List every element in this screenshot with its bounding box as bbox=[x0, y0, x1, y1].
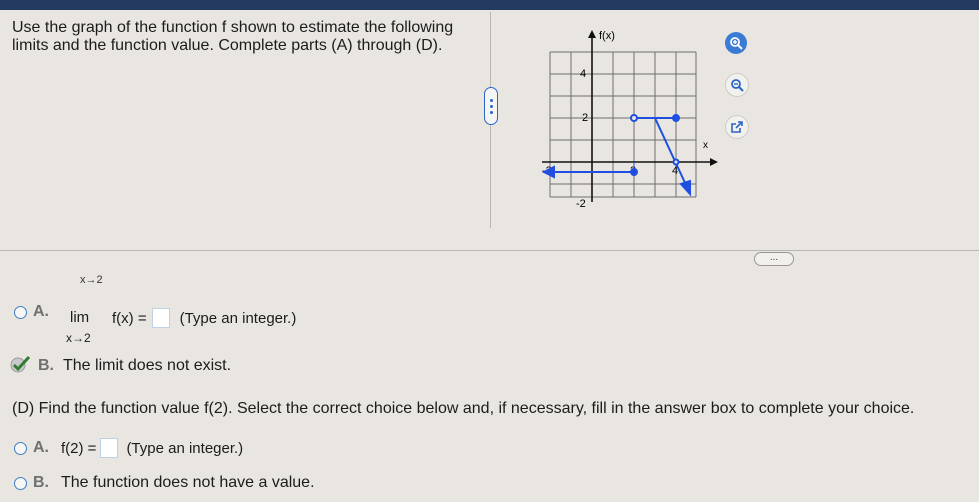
radio-button[interactable] bbox=[14, 305, 27, 319]
zoom-in-button[interactable] bbox=[725, 32, 747, 54]
lim-word: lim bbox=[70, 309, 90, 326]
open-point-on-axis bbox=[672, 158, 680, 166]
y-axis-arrow bbox=[588, 30, 596, 38]
external-link-icon bbox=[731, 121, 743, 133]
type-hint: (Type an integer.) bbox=[126, 439, 244, 457]
x-axis-label: x bbox=[703, 140, 708, 151]
part-c-choice-b[interactable]: B. The limit does not exist. bbox=[38, 357, 231, 375]
function-curve bbox=[541, 114, 691, 197]
type-hint: (Type an integer.) bbox=[179, 309, 297, 327]
choice-b-text: The function does not have a value. bbox=[61, 474, 315, 491]
zoom-in-icon bbox=[730, 37, 743, 50]
radio-button[interactable] bbox=[14, 441, 27, 455]
fx-text: f(x) = bbox=[112, 309, 147, 327]
choice-b-text: The limit does not exist. bbox=[63, 357, 232, 374]
lim-subscript: x→2 bbox=[66, 331, 91, 345]
radio-button[interactable] bbox=[14, 476, 27, 490]
y-axis-label: f(x) bbox=[599, 30, 615, 42]
f2-text: f(2) = bbox=[61, 439, 97, 457]
closed-point-right bbox=[672, 114, 680, 122]
selected-check-icon bbox=[10, 355, 31, 373]
y-tick-4: 4 bbox=[580, 68, 586, 80]
popout-button[interactable] bbox=[725, 115, 749, 139]
open-point-high bbox=[630, 114, 638, 122]
zoom-out-icon bbox=[731, 79, 744, 92]
x-axis-arrow bbox=[710, 158, 718, 166]
y-tick-2: 2 bbox=[582, 112, 588, 124]
part-d-choice-b[interactable]: B. The function does not have a value. bbox=[14, 474, 315, 492]
choice-letter: A. bbox=[33, 439, 49, 456]
limit-answer-row: f(x) = (Type an integer.) bbox=[112, 308, 296, 328]
right-arrow bbox=[679, 179, 691, 197]
zoom-out-button[interactable] bbox=[725, 73, 749, 97]
choice-letter: B. bbox=[38, 357, 54, 374]
horizontal-divider bbox=[0, 250, 979, 251]
part-c-choice-a[interactable]: A. bbox=[14, 303, 49, 321]
part-d-choice-a[interactable]: A. f(2) = (Type an integer.) bbox=[14, 438, 243, 458]
more-options-button[interactable]: ... bbox=[754, 252, 794, 266]
part-d-question: (D) Find the function value f(2). Select… bbox=[12, 400, 915, 417]
choice-letter: A. bbox=[33, 303, 49, 320]
choice-letter: B. bbox=[33, 474, 49, 491]
y-tick-neg2: -2 bbox=[576, 198, 586, 210]
f2-answer-box[interactable] bbox=[100, 438, 119, 458]
top-bar bbox=[0, 0, 979, 10]
closed-point-low bbox=[630, 168, 638, 176]
limit-answer-box[interactable] bbox=[151, 308, 170, 328]
clipped-limit-subscript: x→2 bbox=[80, 274, 103, 286]
panel-resize-handle[interactable] bbox=[484, 87, 498, 125]
function-graph: f(x) x 4 2 -2 -2 2 4 bbox=[541, 30, 718, 210]
question-instructions: Use the graph of the function f shown to… bbox=[12, 19, 454, 54]
